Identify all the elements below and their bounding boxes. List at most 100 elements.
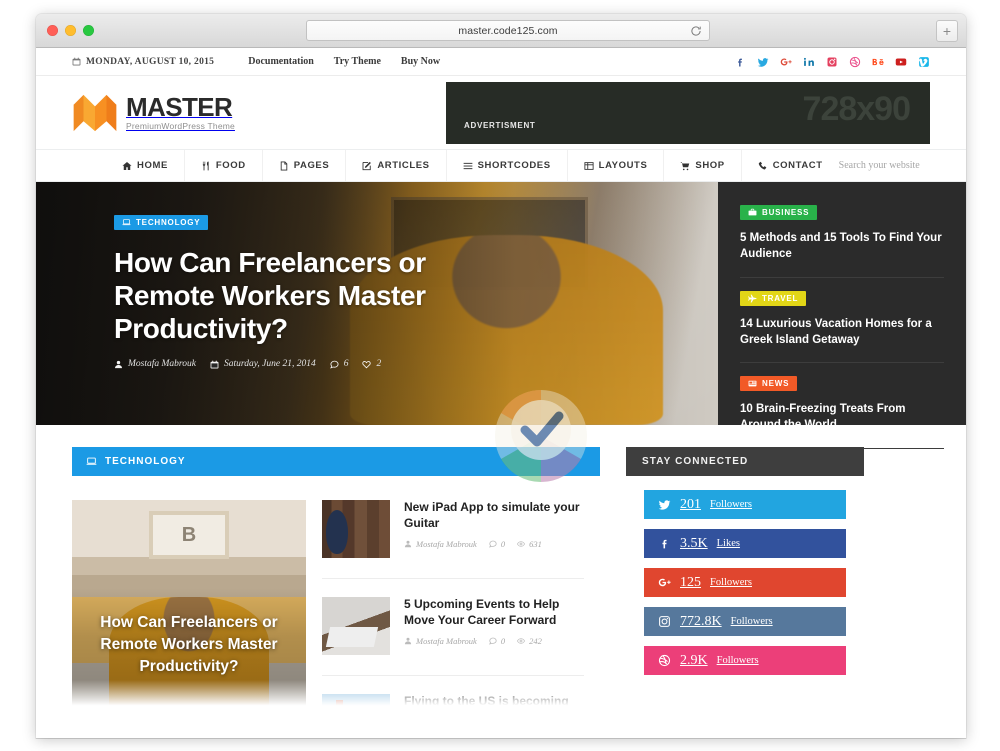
- instagram-icon[interactable]: [826, 56, 838, 68]
- reload-icon[interactable]: [690, 25, 702, 37]
- post-comment-count: 0: [500, 635, 506, 646]
- hero-meta-date: Saturday, June 21, 2014: [210, 359, 316, 369]
- youtube-icon[interactable]: [895, 56, 907, 68]
- nav-label-pages: PAGES: [293, 160, 330, 171]
- nav-item-articles[interactable]: ARTICLES: [346, 150, 447, 181]
- post-comments: 0: [489, 733, 505, 738]
- social-counter-dribbble[interactable]: 2.9K Followers: [644, 646, 846, 675]
- logo-title: MASTER: [126, 92, 233, 123]
- featured-post-card[interactable]: B How Can Freelancers or Remote Workers …: [72, 500, 306, 720]
- side-item-title-1[interactable]: 5 Methods and 15 Tools To Find Your Audi…: [740, 231, 944, 263]
- list-item[interactable]: Flying to the US is becoming more inconv…: [322, 694, 584, 738]
- list-item[interactable]: New iPad App to simulate your Guitar Mos…: [322, 500, 584, 579]
- topbar-link-try-theme[interactable]: Try Theme: [334, 56, 381, 67]
- desk-thumbnail: [322, 597, 390, 655]
- post-title[interactable]: Flying to the US is becoming more inconv…: [404, 694, 584, 726]
- guitar-thumbnail: [322, 500, 390, 558]
- advertisement-banner[interactable]: 728x90 ADVERTISMENT: [446, 81, 930, 144]
- linkedin-icon[interactable]: [803, 56, 815, 68]
- file-icon: [280, 161, 287, 170]
- nav-item-layouts[interactable]: LAYOUTS: [568, 150, 665, 181]
- topbar-link-buy-now[interactable]: Buy Now: [401, 56, 440, 67]
- section-title: TECHNOLOGY: [105, 456, 186, 467]
- site-logo[interactable]: MASTER PremiumWordPress Theme: [72, 93, 235, 133]
- stay-connected-rows: 201 Followers 3.5K Likes 125 Followers 7…: [626, 476, 864, 689]
- section-header-technology[interactable]: TECHNOLOGY: [72, 447, 600, 476]
- nav-label-contact: CONTACT: [772, 160, 823, 171]
- user-icon: [115, 360, 122, 368]
- twitter-icon[interactable]: [757, 56, 769, 68]
- user-icon: [406, 734, 410, 738]
- post-title[interactable]: New iPad App to simulate your Guitar: [404, 500, 584, 532]
- hero-side-item[interactable]: TRAVEL 14 Luxurious Vacation Homes for a…: [740, 276, 944, 363]
- nav-label-home: HOME: [137, 160, 168, 171]
- hero-meta: Mostafa Mabrouk Saturday, June 21, 2014 …: [114, 359, 486, 369]
- hero-meta-likes: 2: [362, 359, 381, 369]
- social-counter-google-plus[interactable]: 125 Followers: [644, 568, 846, 597]
- vimeo-icon[interactable]: [918, 56, 930, 68]
- post-views: 446: [517, 733, 542, 738]
- google-plus-follower-label: Followers: [710, 577, 752, 588]
- nav-item-contact[interactable]: CONTACT: [742, 150, 839, 181]
- side-category-badge-news[interactable]: NEWS: [740, 376, 798, 392]
- social-counter-instagram[interactable]: 772.8K Followers: [644, 607, 846, 636]
- phone-icon: [758, 161, 767, 169]
- eye-icon: [517, 541, 526, 547]
- close-window-button[interactable]: [47, 25, 58, 36]
- hero-featured-post[interactable]: TECHNOLOGY How Can Freelancers or Remote…: [36, 182, 718, 425]
- post-view-count: 631: [529, 538, 542, 549]
- new-tab-button[interactable]: +: [936, 20, 958, 42]
- list-icon: [463, 162, 472, 169]
- address-bar[interactable]: master.code125.com: [306, 20, 710, 41]
- side-category-badge-travel[interactable]: TRAVEL: [740, 290, 807, 306]
- hero-title[interactable]: How Can Freelancers or Remote Workers Ma…: [114, 246, 486, 345]
- post-title[interactable]: 5 Upcoming Events to Help Move Your Care…: [404, 597, 584, 629]
- plane-icon: [748, 294, 757, 303]
- dribbble-icon[interactable]: [849, 56, 861, 68]
- social-counter-facebook[interactable]: 3.5K Likes: [644, 529, 846, 558]
- facebook-like-label: Likes: [716, 538, 740, 549]
- nav-item-food[interactable]: FOOD: [185, 150, 263, 181]
- post-author-name: Mostafa Mabrouk: [416, 732, 477, 738]
- window-controls[interactable]: [47, 25, 94, 36]
- behance-icon[interactable]: [872, 56, 884, 68]
- website-viewport: MONDAY, AUGUST 10, 2015 Documentation Tr…: [36, 48, 966, 738]
- social-counter-twitter[interactable]: 201 Followers: [644, 490, 846, 519]
- calendar-icon: [72, 57, 81, 66]
- instagram-follower-label: Followers: [730, 616, 773, 627]
- google-plus-icon: [658, 578, 671, 587]
- twitter-icon: [658, 500, 671, 510]
- search-input[interactable]: [838, 160, 966, 171]
- side-item-title-3[interactable]: 10 Brain-Freezing Treats From Around the…: [740, 402, 944, 434]
- browser-window: master.code125.com + MONDAY, AUGUST 10, …: [36, 14, 966, 738]
- master-logo-icon: [73, 94, 117, 131]
- user-icon: [404, 637, 412, 645]
- hero-comment-count: 6: [343, 359, 349, 370]
- post-author: Mostafa Mabrouk: [404, 636, 477, 646]
- post-meta: Mostafa Mabrouk 0 631: [404, 539, 584, 549]
- nav-item-home[interactable]: HOME: [72, 150, 185, 181]
- user-icon: [404, 540, 412, 548]
- maximize-window-button[interactable]: [83, 25, 94, 36]
- list-item[interactable]: 5 Upcoming Events to Help Move Your Care…: [322, 597, 584, 676]
- hero-side-item[interactable]: NEWS 10 Brain-Freezing Treats From Aroun…: [740, 362, 944, 450]
- hero-category-badge[interactable]: TECHNOLOGY: [114, 215, 209, 230]
- facebook-icon[interactable]: [734, 56, 746, 68]
- topbar-link-documentation[interactable]: Documentation: [248, 56, 314, 67]
- comment-icon: [488, 540, 497, 548]
- nav-item-pages[interactable]: PAGES: [263, 150, 347, 181]
- side-category-badge-business[interactable]: BUSINESS: [740, 205, 818, 220]
- side-category-label-news: NEWS: [762, 379, 790, 389]
- nav-label-shop: SHOP: [695, 160, 725, 171]
- side-item-title-2[interactable]: 14 Luxurious Vacation Homes for a Greek …: [740, 317, 944, 349]
- nav-item-shop[interactable]: SHOP: [664, 150, 742, 181]
- widget-title-stay-connected: STAY CONNECTED: [626, 447, 864, 476]
- post-author-name: Mostafa Mabrouk: [416, 635, 477, 646]
- post-view-count: 242: [529, 635, 542, 646]
- nav-item-shortcodes[interactable]: SHORTCODES: [447, 150, 568, 181]
- bridge-thumbnail: [322, 694, 390, 738]
- hero-side-item[interactable]: BUSINESS 5 Methods and 15 Tools To Find …: [740, 188, 944, 277]
- minimize-window-button[interactable]: [65, 25, 76, 36]
- header-search[interactable]: [838, 150, 966, 181]
- google-plus-icon[interactable]: [780, 56, 792, 68]
